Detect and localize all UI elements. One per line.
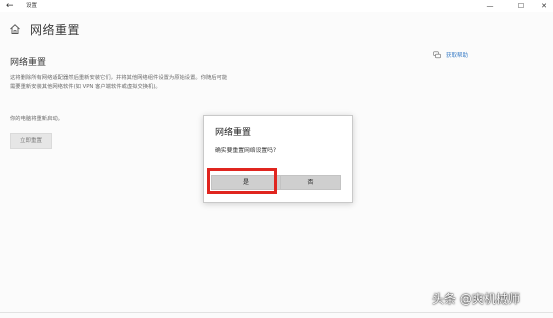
get-help-link[interactable]: 获取帮助 [433, 51, 468, 59]
reset-description: 这将删除所有网络适配器然后重新安装它们，并将其他网络组件设置为原始设置。你随后可… [10, 75, 228, 90]
window-title: 设置 [26, 3, 38, 9]
section-title: 网络重置 [10, 58, 47, 68]
home-icon[interactable] [9, 23, 21, 35]
no-button[interactable]: 否 [280, 175, 341, 190]
minimize-button[interactable]: — [478, 0, 502, 12]
yes-button[interactable]: 是 [211, 175, 281, 190]
close-button[interactable]: ✕ [532, 0, 553, 12]
reset-now-button[interactable]: 立即重置 [10, 133, 52, 149]
back-button[interactable]: ← [6, 0, 14, 12]
dialog-title: 网络重置 [215, 128, 252, 138]
divider [0, 312, 553, 313]
confirm-dialog: 网络重置 确实要重置网络设置吗? 是 否 [203, 115, 353, 203]
get-help-label: 获取帮助 [446, 53, 469, 59]
title-bar: ← 设置 — ☐ ✕ [0, 0, 553, 12]
maximize-button[interactable]: ☐ [509, 0, 533, 12]
dialog-message: 确实要重置网络设置吗? [215, 148, 277, 154]
watermark: 头条 @爽机械师 [432, 292, 520, 306]
page-title: 网络重置 [30, 23, 81, 37]
help-chat-icon [433, 51, 441, 59]
restart-note: 你的电脑将重新启动。 [10, 116, 63, 122]
